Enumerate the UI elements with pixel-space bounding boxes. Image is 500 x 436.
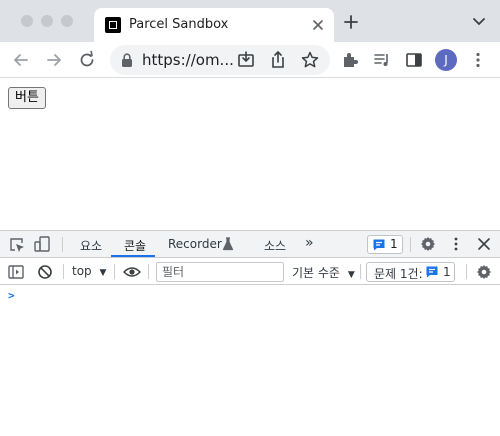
- eye-icon[interactable]: [123, 264, 141, 280]
- minimize-window-light[interactable]: [41, 15, 53, 27]
- url-text: https://om...: [142, 51, 234, 69]
- tab-strip: Parcel Sandbox: [0, 0, 500, 42]
- new-tab-icon[interactable]: [344, 15, 358, 29]
- filter-input[interactable]: [156, 262, 284, 282]
- toolbar-divider: [62, 237, 63, 252]
- toolbar-divider: [410, 237, 411, 252]
- close-icon[interactable]: [476, 236, 492, 252]
- flask-icon: [222, 237, 234, 251]
- chevron-down-icon[interactable]: [473, 17, 485, 27]
- devtools-panel: 요소 콘솔 Recorder 소스 » 1 top ▼ 필터 기본 수준 ▼ 문…: [0, 230, 500, 436]
- install-icon[interactable]: [236, 50, 256, 70]
- side-panel-icon[interactable]: [404, 50, 424, 70]
- inspect-element-icon[interactable]: [9, 237, 25, 253]
- dropdown-arrow-icon: ▼: [347, 270, 355, 280]
- more-icon[interactable]: [468, 50, 488, 70]
- tab-elements[interactable]: 요소: [80, 237, 102, 254]
- extensions-icon[interactable]: [340, 50, 360, 70]
- close-icon[interactable]: [310, 17, 326, 33]
- context-select[interactable]: top ▼: [72, 264, 106, 278]
- issues-count: 1: [443, 265, 451, 279]
- browser-tab[interactable]: Parcel Sandbox: [94, 8, 334, 42]
- toolbar-divider: [360, 264, 361, 279]
- share-icon[interactable]: [268, 50, 288, 70]
- toolbar-divider: [148, 264, 149, 279]
- parcel-sandbox-icon: [105, 17, 121, 33]
- dropdown-arrow-icon: ▼: [99, 268, 107, 278]
- profile-avatar[interactable]: J: [435, 49, 457, 71]
- console-settings-gear-icon[interactable]: [476, 264, 492, 280]
- reload-icon[interactable]: [77, 50, 97, 70]
- toolbar-divider: [114, 264, 115, 279]
- issues-button[interactable]: 문제 1건: 1: [366, 262, 455, 282]
- sidebar-toggle-icon[interactable]: [8, 264, 24, 280]
- console-prompt[interactable]: >: [8, 289, 15, 302]
- tab-title: Parcel Sandbox: [129, 17, 229, 32]
- page-button[interactable]: 버튼: [8, 87, 46, 109]
- active-tab-indicator: [111, 255, 155, 257]
- message-badge[interactable]: 1: [367, 235, 403, 254]
- log-level-select[interactable]: 기본 수준 ▼: [292, 264, 355, 281]
- toolbar-divider: [63, 264, 64, 279]
- issues-label: 문제 1건:: [374, 267, 423, 281]
- context-value: top: [72, 264, 92, 278]
- back-icon[interactable]: [11, 50, 31, 70]
- device-toolbar-icon[interactable]: [34, 236, 50, 252]
- tab-console[interactable]: 콘솔: [124, 237, 146, 254]
- address-bar[interactable]: https://om...: [110, 45, 330, 75]
- message-icon: [373, 239, 385, 251]
- log-level-value: 기본 수준: [292, 266, 340, 280]
- close-window-light[interactable]: [21, 15, 33, 27]
- tab-sources[interactable]: 소스: [264, 237, 286, 254]
- message-icon: [426, 266, 438, 278]
- devtools-tab-bar: 요소 콘솔 Recorder 소스 » 1: [0, 231, 500, 258]
- settings-gear-icon[interactable]: [420, 236, 436, 252]
- media-control-icon[interactable]: [372, 50, 392, 70]
- more-tabs-button[interactable]: »: [305, 235, 314, 251]
- maximize-window-light[interactable]: [61, 15, 73, 27]
- page-viewport: 버튼: [0, 79, 500, 230]
- bookmark-star-icon[interactable]: [300, 50, 320, 70]
- lock-icon[interactable]: [121, 53, 133, 67]
- console-toolbar: top ▼ 기본 수준 ▼ 문제 1건: 1: [0, 259, 500, 285]
- browser-toolbar: https://om... J: [0, 42, 500, 78]
- message-count: 1: [390, 237, 398, 251]
- forward-icon[interactable]: [44, 50, 64, 70]
- tab-recorder[interactable]: Recorder: [168, 237, 222, 251]
- toolbar-divider: [466, 264, 467, 279]
- browser-window: Parcel Sandbox https://om... J 버튼 요소 콘솔 …: [0, 0, 500, 436]
- more-vert-icon[interactable]: [448, 236, 464, 252]
- clear-console-icon[interactable]: [37, 264, 53, 280]
